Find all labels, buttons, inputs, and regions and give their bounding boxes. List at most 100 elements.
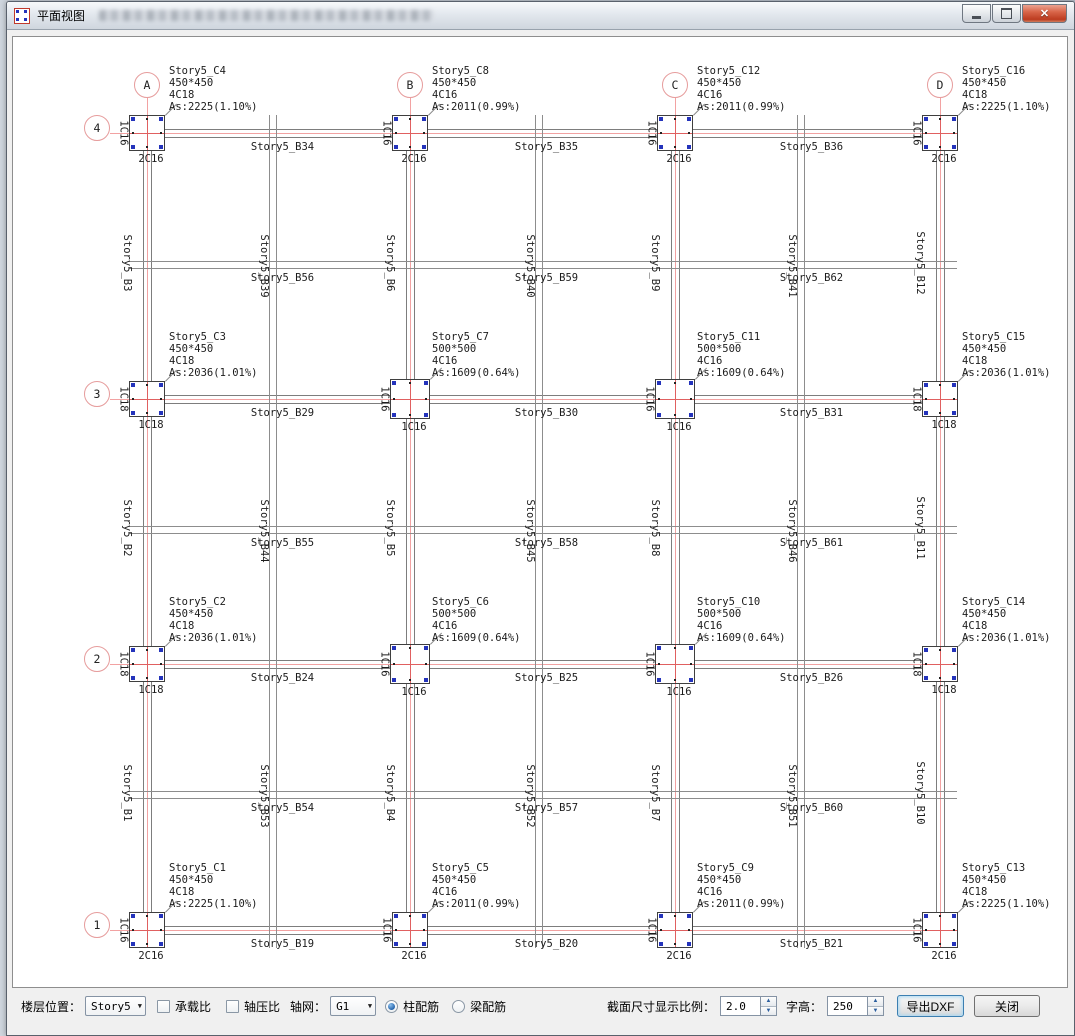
close-button[interactable]: ✕ (1022, 4, 1067, 23)
minimize-button[interactable] (962, 4, 991, 23)
beam-label: Story5_B3 (121, 208, 133, 318)
column-axis-cross (940, 116, 941, 150)
maximize-button[interactable] (992, 4, 1021, 23)
beam-label: Story5_B20 (492, 938, 602, 950)
rebar-mid-mark (425, 398, 427, 400)
spin-up-icon[interactable]: ▲ (761, 997, 776, 1007)
beam-label: Story5_B12 (914, 208, 926, 318)
grid-axis-line (675, 98, 676, 948)
column-axis-cross (675, 116, 676, 150)
rebar-corner-mark (159, 117, 163, 121)
floor-select[interactable]: Story5 ▼ (85, 996, 146, 1016)
column-annotation: Story5_C16 450*450 4C18 As:2225(1.10%) (962, 65, 1051, 113)
beam-label: Story5_B51 (786, 741, 798, 851)
column-side-rebar-label: 1C16 (117, 903, 129, 958)
axial-ratio-checkbox[interactable] (226, 1000, 239, 1013)
rebar-corner-mark (657, 413, 661, 417)
beam-label: Story5_B29 (228, 407, 338, 419)
column-axis-cross (675, 380, 676, 418)
grid-bubble: A (134, 72, 160, 98)
rebar-corner-mark (394, 145, 398, 149)
beam-label: Story5_B6 (384, 208, 396, 318)
beam-edge-line (129, 395, 957, 396)
rebar-mid-mark (939, 915, 941, 917)
titlebar[interactable]: 平面视图 ✕ (7, 2, 1074, 30)
spin-up-icon[interactable]: ▲ (868, 997, 883, 1007)
section-scale-spinner[interactable]: 2.0 ▲ ▼ (720, 996, 777, 1016)
drawing-canvas[interactable]: ABCD4321Story5_C4 450*450 4C18 As:2225(1… (12, 36, 1068, 988)
text-height-spinner[interactable]: 250 ▲ ▼ (827, 996, 884, 1016)
rebar-mid-mark (425, 663, 427, 665)
column-annotation: Story5_C6 500*500 4C16 As:1609(0.64%) (432, 596, 521, 644)
rebar-corner-mark (659, 942, 663, 946)
column-bottom-rebar-label: 1C18 (129, 684, 173, 696)
close-icon: ✕ (1040, 7, 1049, 20)
minimize-icon (972, 16, 981, 19)
grid-axis-line (110, 133, 957, 134)
column-annotation: Story5_C9 450*450 4C16 As:2011(0.99%) (697, 862, 786, 910)
column-axis-cross (940, 647, 941, 681)
rebar-corner-mark (924, 411, 928, 415)
rebar-mid-mark (146, 118, 148, 120)
rebar-corner-mark (952, 145, 956, 149)
column-bottom-rebar-label: 1C18 (922, 684, 966, 696)
rebar-mid-mark (409, 915, 411, 917)
rebar-corner-mark (131, 117, 135, 121)
column-annotation: Story5_C11 500*500 4C16 As:1609(0.64%) (697, 331, 786, 379)
column-axis-cross (147, 647, 148, 681)
beam-label: Story5_B25 (492, 672, 602, 684)
beam-label: Story5_B39 (258, 211, 270, 321)
beam-label: Story5_B41 (786, 211, 798, 321)
spinner-arrows[interactable]: ▲ ▼ (761, 996, 777, 1016)
beam-label: Story5_B19 (228, 938, 338, 950)
rebar-corner-mark (159, 942, 163, 946)
spin-down-icon[interactable]: ▼ (868, 1007, 883, 1016)
beam-label: Story5_B53 (258, 741, 270, 851)
rebar-mid-mark (146, 649, 148, 651)
rebar-mid-mark (674, 647, 676, 649)
rebar-mid-mark (409, 679, 411, 681)
grid-bubble: D (927, 72, 953, 98)
bottom-toolbar: 楼层位置： Story5 ▼ 承载比 轴压比 轴网： G1 ▼ 柱配筋 梁配筋 … (12, 990, 1066, 1022)
grid-select[interactable]: G1 ▼ (330, 996, 376, 1016)
column-rebar-radio[interactable] (385, 1000, 398, 1013)
bearing-ratio-label: 承载比 (175, 998, 211, 1015)
rebar-corner-mark (392, 381, 396, 385)
grid-axis-line (940, 98, 941, 948)
chevron-down-icon: ▼ (133, 1002, 142, 1010)
bearing-ratio-checkbox[interactable] (157, 1000, 170, 1013)
rebar-mid-mark (132, 663, 134, 665)
rebar-corner-mark (657, 381, 661, 385)
beam-edge-line (129, 668, 957, 669)
grid-axis-line (410, 98, 411, 948)
section-scale-value[interactable]: 2.0 (720, 996, 761, 1016)
close-view-button[interactable]: 关闭 (974, 995, 1040, 1017)
spin-down-icon[interactable]: ▼ (761, 1007, 776, 1016)
rebar-corner-mark (422, 942, 426, 946)
beam-label: Story5_B55 (228, 537, 338, 549)
column-axis-cross (410, 380, 411, 418)
export-dxf-button[interactable]: 导出DXF (897, 995, 964, 1017)
rebar-corner-mark (424, 381, 428, 385)
beam-label: Story5_B4 (384, 738, 396, 848)
app-icon (14, 8, 30, 24)
column-axis-cross (147, 913, 148, 947)
column-annotation: Story5_C10 500*500 4C16 As:1609(0.64%) (697, 596, 786, 644)
rebar-corner-mark (392, 678, 396, 682)
rebar-corner-mark (687, 117, 691, 121)
rebar-corner-mark (159, 383, 163, 387)
text-height-value[interactable]: 250 (827, 996, 868, 1016)
rebar-mid-mark (423, 132, 425, 134)
rebar-mid-mark (674, 679, 676, 681)
rebar-mid-mark (409, 414, 411, 416)
column-bottom-rebar-label: 2C16 (922, 153, 966, 165)
rebar-mid-mark (146, 384, 148, 386)
beam-rebar-radio[interactable] (452, 1000, 465, 1013)
column-bottom-rebar-label: 1C16 (392, 686, 436, 698)
column-axis-cross (410, 913, 411, 947)
rebar-mid-mark (925, 398, 927, 400)
column-side-rebar-label: 1C16 (117, 106, 129, 161)
rebar-corner-mark (952, 648, 956, 652)
spinner-arrows[interactable]: ▲ ▼ (868, 996, 884, 1016)
rebar-corner-mark (131, 942, 135, 946)
